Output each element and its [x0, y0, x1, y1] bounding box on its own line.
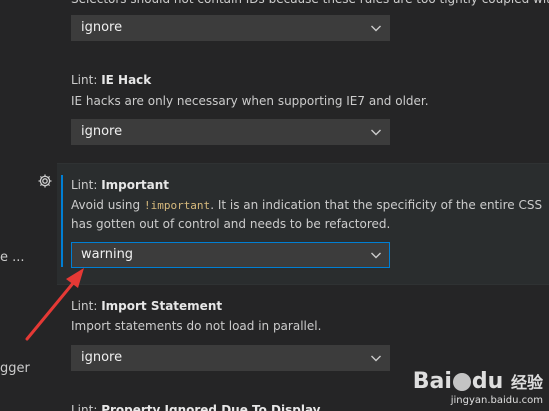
- setting-name: Property Ignored Due To Display: [101, 403, 321, 411]
- description-prefix: Avoid using: [71, 198, 144, 212]
- setting-description: Avoid using !important. It is an indicat…: [71, 196, 549, 234]
- chevron-down-icon: [371, 129, 381, 136]
- setting-category: Lint:: [71, 299, 102, 313]
- setting-name: Important: [101, 178, 170, 192]
- setting-category: Lint:: [71, 403, 102, 411]
- setting-category: Lint:: [71, 73, 102, 87]
- sidebar-item-truncated[interactable]: e ...: [0, 250, 25, 265]
- setting-title: Lint: Import Statement: [71, 298, 222, 314]
- chevron-down-icon: [371, 252, 381, 259]
- setting-title: Lint: IE Hack: [71, 72, 151, 88]
- watermark-url: jingyan.baidu.com: [450, 395, 543, 406]
- setting-ids: Selectors should not contain IDs because…: [57, 0, 549, 50]
- settings-list: Selectors should not contain IDs because…: [57, 0, 549, 411]
- chevron-down-icon: [371, 355, 381, 362]
- setting-select[interactable]: warning: [71, 242, 390, 268]
- select-value: ignore: [81, 350, 123, 365]
- setting-description: IE hacks are only necessary when support…: [71, 94, 429, 108]
- setting-title: Lint: Important: [71, 177, 169, 193]
- select-value: ignore: [81, 124, 123, 139]
- focus-indicator: [61, 175, 63, 267]
- left-panel: e ... gger: [0, 0, 57, 411]
- setting-title: Lint: Property Ignored Due To Display: [71, 402, 321, 411]
- setting-name: IE Hack: [101, 73, 152, 87]
- setting-select[interactable]: ignore: [71, 15, 390, 41]
- description-code: !important: [143, 199, 211, 212]
- setting-select[interactable]: ignore: [71, 345, 390, 371]
- setting-name: Import Statement: [101, 299, 223, 313]
- gear-icon[interactable]: [37, 173, 53, 189]
- watermark: Bai du 经验 jingyan.baidu.com: [413, 370, 543, 407]
- chevron-down-icon: [371, 25, 381, 32]
- setting-ie-hack: Lint: IE Hack IE hacks are only necessar…: [57, 60, 549, 160]
- setting-important: Lint: Important Avoid using !important. …: [57, 163, 549, 285]
- setting-select[interactable]: ignore: [71, 119, 390, 145]
- watermark-logo: Bai du 经验: [412, 369, 543, 394]
- setting-description: Import statements do not load in paralle…: [71, 319, 322, 333]
- select-value: warning: [81, 247, 134, 262]
- sidebar-item-debugger[interactable]: gger: [0, 361, 30, 376]
- select-value: ignore: [81, 20, 123, 35]
- setting-category: Lint:: [71, 178, 102, 192]
- setting-description: Selectors should not contain IDs because…: [71, 0, 549, 9]
